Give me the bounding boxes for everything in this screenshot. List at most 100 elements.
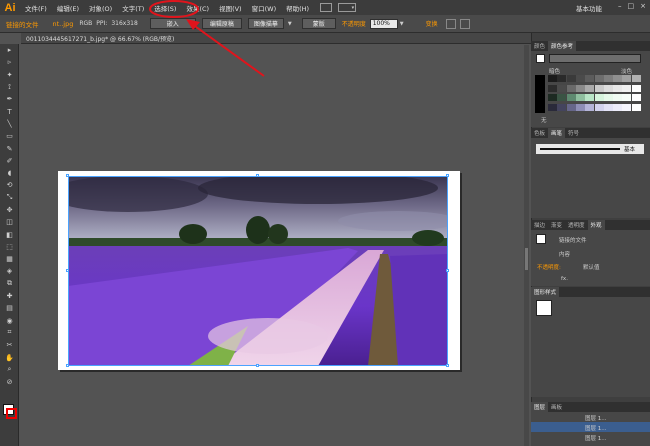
color-swatch[interactable] [631,94,641,101]
arrange-documents-icon[interactable]: ▾ [338,3,357,12]
color-swatch[interactable] [557,75,567,82]
opacity-input[interactable]: 100% [369,18,398,29]
document-tab[interactable]: 0011034445617271_b.jpg* @ 66.67% (RGB/预览… [21,33,531,44]
selection-handle[interactable] [66,174,69,177]
tab-color-guide[interactable]: 颜色参考 [548,41,577,51]
close-button[interactable]: × [640,2,646,10]
vertical-scrollbar[interactable] [524,45,529,446]
menu-select[interactable]: 选择(S) [149,3,181,13]
tool-icon[interactable]: ◧ [0,228,19,240]
tool-icon[interactable]: ⌕ [0,364,19,376]
maximize-button[interactable]: □ [628,2,635,10]
selection-handle[interactable] [446,364,449,367]
transform-link[interactable]: 变换 [426,19,438,28]
stroke-swatch[interactable] [6,408,17,419]
default-graphic-style[interactable] [536,300,552,316]
color-swatch[interactable] [613,75,623,82]
tool-icon[interactable]: ⊘ [0,376,19,388]
tool-icon[interactable]: ╲ [0,118,19,130]
mask-button[interactable]: 蒙版 [301,18,336,29]
selection-handle[interactable] [66,269,69,272]
tool-icon[interactable]: ▹ [0,56,19,68]
bridge-icon[interactable] [320,3,333,12]
current-color-swatch[interactable] [536,54,545,63]
menu-effect[interactable]: 效果(C) [181,3,214,13]
color-swatch[interactable] [622,94,632,101]
color-swatch[interactable] [594,84,604,92]
color-swatch[interactable] [585,75,595,82]
color-swatch[interactable] [622,84,632,92]
selection-handle[interactable] [256,174,259,177]
menu-type[interactable]: 文字(T) [117,3,149,13]
minimize-button[interactable]: – [618,2,622,10]
menu-help[interactable]: 帮助(H) [281,3,314,13]
color-swatch[interactable] [603,84,613,92]
file-name[interactable]: nt..jpg [53,20,74,28]
color-swatch[interactable] [566,103,576,111]
color-swatch[interactable] [631,75,641,82]
layer-row-selected[interactable]: 图层 1... [531,422,650,432]
tool-icon[interactable]: ✒ [0,93,19,105]
tool-icon[interactable]: ◉ [0,315,19,327]
color-swatch[interactable] [613,103,623,111]
tool-icon[interactable]: ✋ [0,351,19,363]
color-swatch[interactable] [622,103,632,111]
color-swatch[interactable] [594,75,604,82]
chevron-down-icon[interactable]: ▼ [288,21,292,27]
tool-icon[interactable]: ⬚ [0,241,19,253]
tab-artboards[interactable]: 画板 [548,403,565,411]
color-swatch[interactable] [631,84,641,92]
menu-file[interactable]: 文件(F) [20,3,52,13]
workspace-switcher[interactable]: 基本功能 [576,3,602,13]
color-swatch[interactable] [585,94,595,101]
color-swatch[interactable] [557,84,567,92]
embed-button[interactable]: 嵌入 [149,18,196,29]
brush-item[interactable]: 基本 [536,144,644,154]
edit-original-button[interactable]: 编辑原稿 [201,18,242,29]
base-color-swatch[interactable] [535,75,545,113]
color-swatch[interactable] [603,103,613,111]
color-swatch[interactable] [594,94,604,101]
tool-icon[interactable]: ⤡ [0,192,19,204]
selection-handle[interactable] [446,174,449,177]
menu-view[interactable]: 视图(V) [214,3,247,13]
color-swatch[interactable] [622,75,632,82]
align-icon[interactable] [445,18,456,29]
tab-stroke[interactable]: 描边 [531,221,548,229]
tool-icon[interactable]: ◖ [0,167,19,179]
selection-handle[interactable] [66,364,69,367]
menu-icon[interactable] [459,18,470,29]
color-swatch[interactable] [585,103,595,111]
tab-color[interactable]: 颜色 [531,42,548,50]
color-swatch[interactable] [603,94,613,101]
image-trace-button[interactable]: 图像描摹 [247,18,284,29]
tool-icon[interactable]: ◈ [0,265,19,277]
color-swatch[interactable] [594,103,604,111]
color-swatch[interactable] [613,94,623,101]
tool-icon[interactable]: ✎ [0,142,19,154]
color-swatch[interactable] [566,84,576,92]
color-swatch[interactable] [631,103,641,111]
tool-icon[interactable]: ▸ [0,44,19,56]
color-swatch[interactable] [613,84,623,92]
color-swatch[interactable] [548,75,557,82]
tab-graphic-styles[interactable]: 图形样式 [531,287,560,297]
color-swatch[interactable] [548,84,557,92]
menu-object[interactable]: 对象(O) [84,3,117,13]
color-swatch[interactable] [566,94,576,101]
tab-brushes[interactable]: 画笔 [548,128,566,138]
color-swatch[interactable] [557,103,567,111]
color-swatch[interactable] [575,94,585,101]
selection-handle[interactable] [256,364,259,367]
tool-icon[interactable]: ⧉ [0,278,19,290]
tool-icon[interactable]: ⟟ [0,81,19,93]
tool-icon[interactable]: ⌗ [0,327,19,339]
add-effect-button[interactable]: fx. [561,276,568,282]
tool-icon[interactable]: ◫ [0,216,19,228]
opacity-label[interactable]: 不透明度 [342,19,366,28]
tool-icon[interactable]: ✂ [0,339,19,351]
tab-transparency[interactable]: 透明度 [565,221,588,229]
tab-swatches[interactable]: 色板 [531,129,548,137]
layer-row[interactable]: 图层 1... [531,432,650,442]
tool-icon[interactable]: T [0,105,19,117]
